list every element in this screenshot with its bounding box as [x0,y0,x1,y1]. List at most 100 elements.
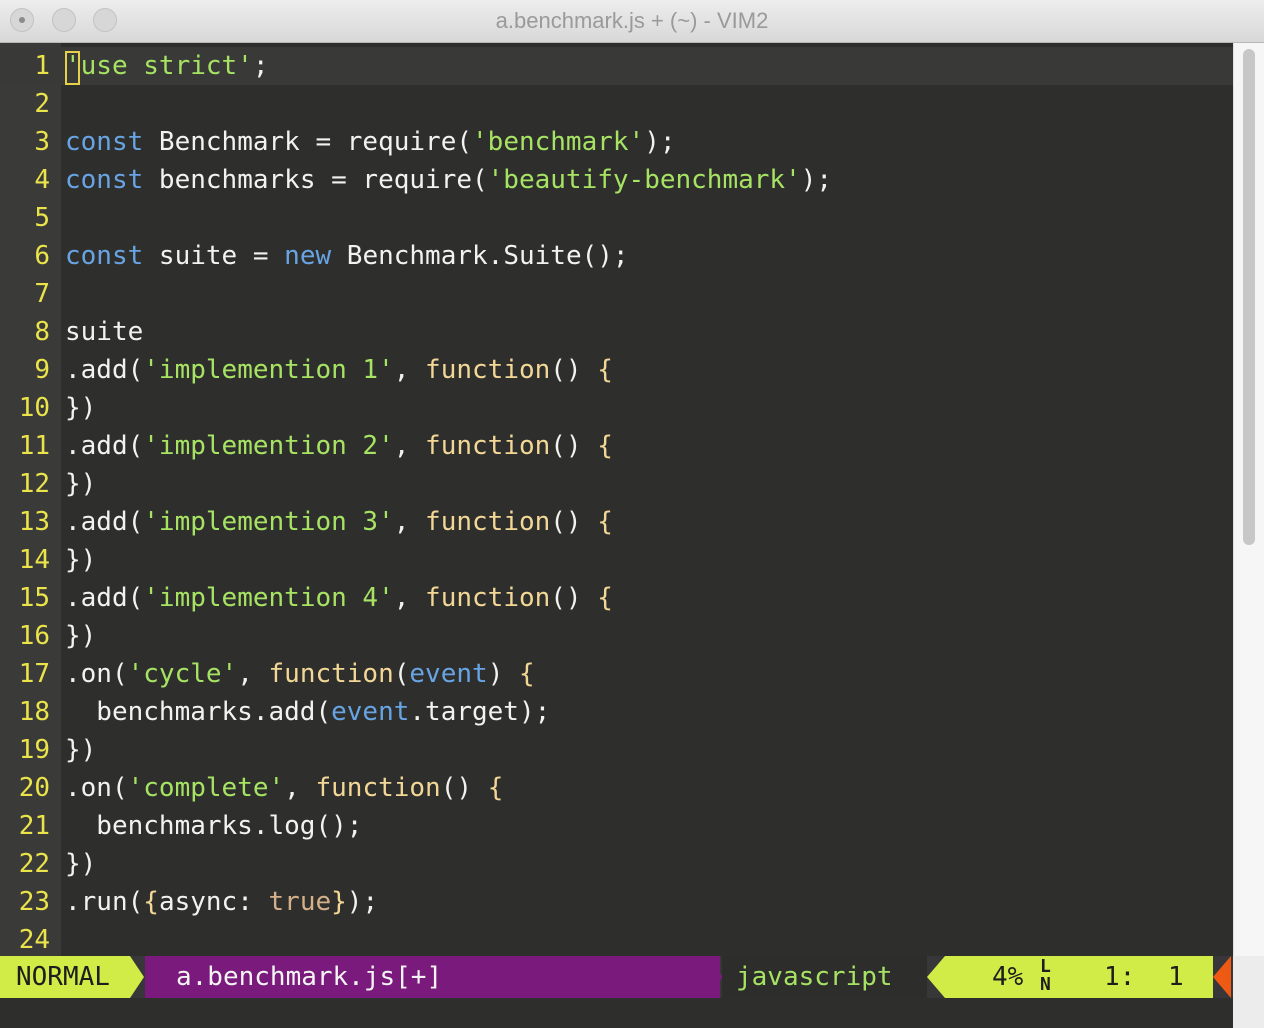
warning-indicator-icon [1213,956,1231,998]
code-line[interactable]: 20 .on('complete', function() { [0,769,1233,807]
code-token: function [425,431,551,461]
vertical-scrollbar[interactable] [1233,43,1264,956]
code-token: suite = [143,241,285,271]
code-token: .add( [65,507,144,537]
code-token: .add( [65,431,144,461]
code-token: .add( [65,355,144,385]
code-text: .add('implemention 4', function() { [65,581,613,615]
code-line[interactable]: 10}) [0,389,1233,427]
code-line[interactable]: 13 .add('implemention 3', function() { [0,503,1233,541]
code-text: }) [65,467,96,501]
code-text: }) [65,847,96,881]
code-token: ); [346,887,379,917]
line-number: 18 [18,697,50,727]
line-number: 24 [18,925,50,955]
code-token: .run( [65,887,144,917]
code-line[interactable]: 1 'use strict'; [0,47,1233,85]
code-token: 'beautify-benchmark' [487,165,801,195]
code-text: }) [65,619,96,653]
line-number: 16 [18,621,50,651]
code-token: { [519,659,535,689]
code-token: benchmarks.log(); [65,811,363,841]
line-number: 11 [18,431,50,461]
filetype-label: javascript [736,962,893,992]
code-text: const suite = new Benchmark.Suite(); [65,239,629,273]
code-token: 'cycle' [127,659,238,689]
line-number: 17 [18,659,50,689]
line-number: 8 [34,317,50,347]
command-line[interactable] [0,998,1233,1028]
code-line[interactable]: 11 .add('implemention 2', function() { [0,427,1233,465]
code-text: suite [65,315,143,349]
code-token: .target); [409,697,551,727]
code-line[interactable]: 21 benchmarks.log(); [0,807,1233,845]
code-text: }) [65,391,96,425]
code-token: , [393,583,426,613]
code-line[interactable]: 6 const suite = new Benchmark.Suite(); [0,237,1233,275]
code-text: benchmarks.add(event.target); [65,695,550,729]
code-line[interactable]: 22}) [0,845,1233,883]
code-line[interactable]: 17 .on('cycle', function(event) { [0,655,1233,693]
line-number: 13 [18,507,50,537]
code-line[interactable]: 5 [0,199,1233,237]
code-text: const Benchmark = require('benchmark'); [65,125,676,159]
code-token: ); [644,127,676,157]
code-line[interactable]: 8 suite [0,313,1233,351]
line-number-icon: LN [1040,956,1051,995]
code-text: .add('implemention 2', function() { [65,429,613,463]
window-title: a.benchmark.js + (~) - VIM2 [495,8,769,33]
code-text: const benchmarks = require('beautify-ben… [65,163,832,197]
code-line[interactable]: 18 benchmarks.add(event.target); [0,693,1233,731]
line-number: 6 [34,241,50,271]
code-token: function [425,583,551,613]
code-line[interactable]: 12}) [0,465,1233,503]
line-number: 23 [18,887,50,917]
code-token: { [487,773,504,803]
code-token: function [425,355,551,385]
code-line[interactable]: 16}) [0,617,1233,655]
code-line[interactable]: 19}) [0,731,1233,769]
code-token: .on( [65,659,128,689]
line-number: 15 [18,583,50,613]
editor-buffer[interactable]: 1'use strict'; 2 3 const Benchmark = requir… [0,43,1233,956]
line-number: 5 [34,203,50,233]
code-line[interactable]: 14}) [0,541,1233,579]
code-token: async: [158,887,269,917]
line-number: 3 [34,127,50,157]
code-token: { [143,887,159,917]
code-token: , [393,507,426,537]
filename-separator-arrow [705,956,723,998]
code-text: .add('implemention 3', function() { [65,505,613,539]
code-text: .run({async: true}); [65,885,378,919]
scrollbar-thumb[interactable] [1243,49,1255,545]
line-number: 9 [34,355,50,385]
code-line[interactable]: 2 [0,85,1233,123]
code-token: const [65,165,144,195]
code-token: .add( [65,583,144,613]
code-token: , [284,773,316,803]
code-token: ( [393,659,410,689]
code-token: 'implemention 1' [143,355,394,385]
code-token: Benchmark = require( [143,127,473,157]
code-text: .on('cycle', function(event) { [65,657,535,691]
code-token: 'implemention 4' [143,583,394,613]
filename-label: a.benchmark.js[+] [176,962,443,992]
code-token: event [409,659,488,689]
code-token: }) [65,393,97,423]
code-line[interactable]: 23 .run({async: true}); [0,883,1233,921]
code-token: const [65,127,144,157]
code-token: { [597,431,613,461]
code-line[interactable]: 9 .add('implemention 1', function() { [0,351,1233,389]
code-token: ) [487,659,519,689]
line-number: 1 [34,51,50,81]
code-token: () [550,431,598,461]
line-number: 14 [18,545,50,575]
code-line[interactable]: 15 .add('implemention 4', function() { [0,579,1233,617]
code-token: benchmarks = require( [143,165,488,195]
code-line[interactable]: 3 const Benchmark = require('benchmark'); [0,123,1233,161]
mode-indicator: NORMAL [0,956,130,998]
code-line[interactable]: 4 const benchmarks = require('beautify-be… [0,161,1233,199]
code-line[interactable]: 7 [0,275,1233,313]
line-number: 21 [18,811,50,841]
code-line[interactable]: 24 [0,921,1233,956]
